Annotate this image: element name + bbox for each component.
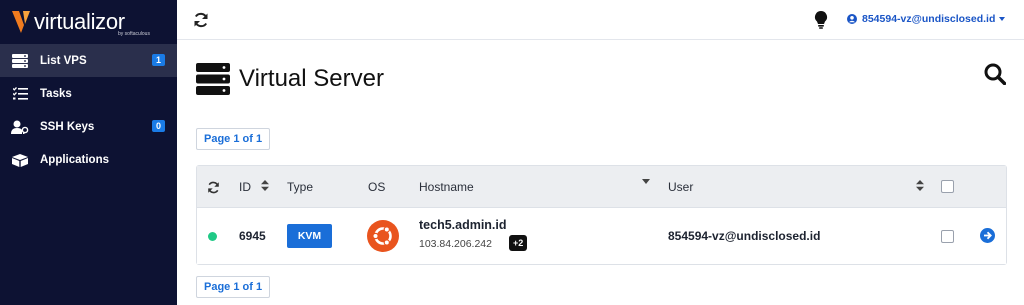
refresh-icon[interactable] (193, 12, 209, 28)
ubuntu-logo-icon (367, 220, 399, 252)
column-header-id[interactable]: ID (239, 180, 251, 194)
sidebar-item-label: SSH Keys (40, 120, 95, 133)
sidebar-item-label: Tasks (40, 87, 72, 100)
sort-icon[interactable] (916, 180, 924, 191)
select-all-checkbox[interactable] (941, 180, 954, 193)
ssh-keys-count-badge: 0 (151, 120, 165, 132)
page-heading: Virtual Server (196, 63, 384, 95)
sort-down-icon[interactable] (642, 179, 650, 184)
user-circle-icon (847, 14, 857, 24)
user-email: 854594-vz@undisclosed.id (862, 13, 996, 25)
row-select-checkbox[interactable] (941, 230, 954, 243)
page-title: Virtual Server (239, 65, 384, 92)
server-icon (196, 63, 230, 95)
search-icon[interactable] (984, 63, 1006, 85)
vps-ip: 103.84.206.242 (419, 238, 492, 250)
caret-down-icon (999, 17, 1006, 21)
vps-table: ID Type OS Hostname User 6945 KVM tech5.… (196, 165, 1007, 265)
boxes-icon (11, 152, 29, 168)
arrow-right-circle-icon[interactable] (980, 228, 995, 243)
table-row[interactable]: 6945 KVM tech5.admin.id 103.84.206.242 +… (197, 207, 1006, 264)
status-online-indicator (208, 232, 217, 241)
lightbulb-icon[interactable] (814, 11, 828, 29)
table-header: ID Type OS Hostname User (197, 166, 1006, 207)
vps-user: 854594-vz@undisclosed.id (668, 229, 821, 243)
user-menu[interactable]: 854594-vz@undisclosed.id (847, 13, 1006, 25)
sidebar: virtualizor by softaculous List VPS 1 Ta… (0, 0, 177, 305)
refresh-icon[interactable] (207, 181, 220, 194)
brand-name: virtualizor (34, 9, 125, 34)
user-key-icon (11, 119, 29, 135)
virtualizor-logo-icon (12, 11, 30, 33)
sidebar-item-applications[interactable]: Applications (0, 143, 177, 176)
column-header-os: OS (368, 180, 386, 194)
top-bar: 854594-vz@undisclosed.id (177, 0, 1024, 40)
vps-type-badge[interactable]: KVM (287, 224, 332, 248)
brand-logo[interactable]: virtualizor (0, 0, 177, 44)
sidebar-item-tasks[interactable]: Tasks (0, 77, 177, 110)
vps-count-badge: 1 (151, 54, 165, 66)
server-list-icon (11, 53, 29, 69)
vps-hostname[interactable]: tech5.admin.id (419, 218, 507, 232)
column-header-type: Type (287, 180, 314, 194)
sidebar-item-label: Applications (40, 153, 110, 166)
sidebar-item-list-vps[interactable]: List VPS 1 (0, 44, 177, 77)
extra-ips-badge[interactable]: +2 (509, 235, 528, 251)
vps-id: 6945 (239, 229, 266, 243)
task-list-icon (11, 86, 29, 102)
column-header-user[interactable]: User (668, 180, 693, 194)
sidebar-item-label: List VPS (40, 54, 87, 67)
pagination-top[interactable]: Page 1 of 1 (196, 128, 271, 150)
brand-tagline: by softaculous (118, 31, 150, 37)
sidebar-item-ssh-keys[interactable]: SSH Keys 0 (0, 110, 177, 143)
column-header-hostname[interactable]: Hostname (419, 180, 474, 194)
pagination-bottom[interactable]: Page 1 of 1 (196, 276, 271, 298)
sort-icon[interactable] (261, 180, 269, 191)
